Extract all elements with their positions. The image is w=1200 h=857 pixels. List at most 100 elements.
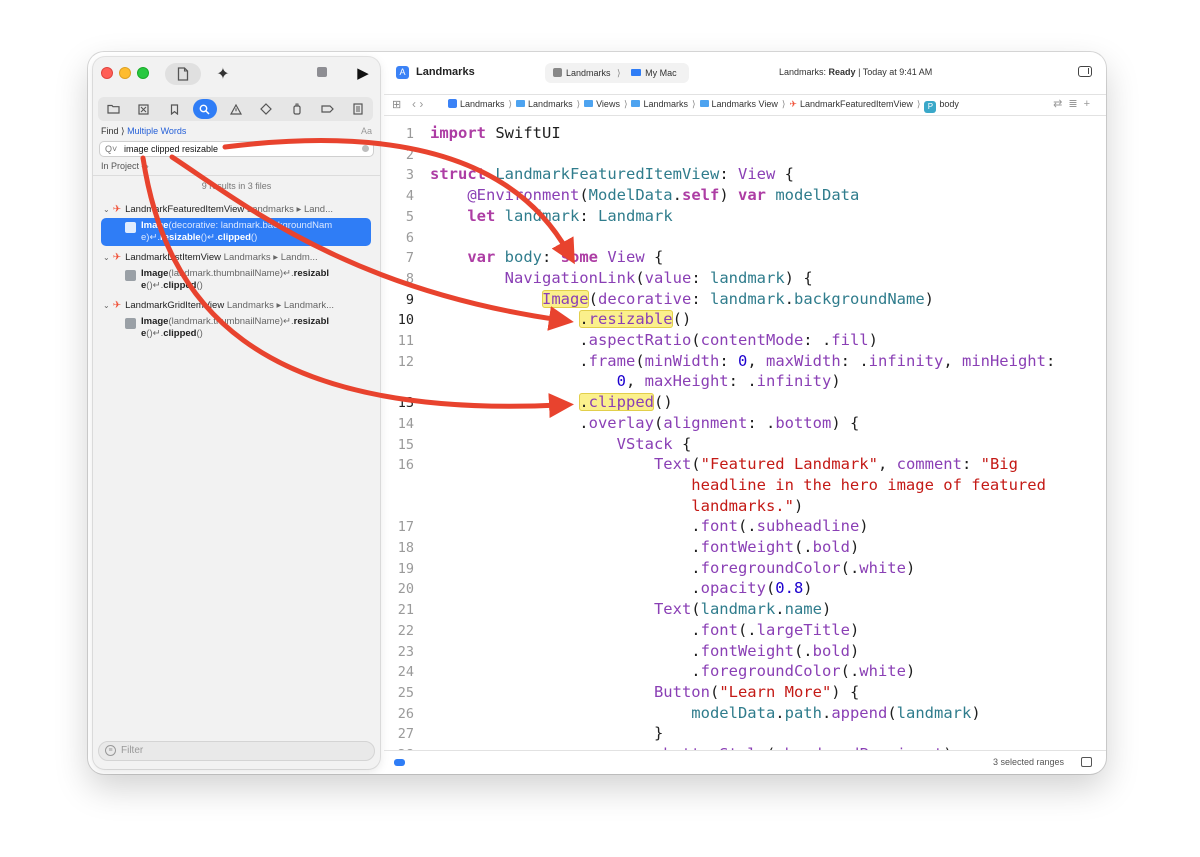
find-search-field[interactable]: Q˅ image clipped resizable bbox=[99, 141, 374, 157]
code-line[interactable]: VStack { bbox=[430, 435, 692, 453]
xcode-window: ✦ ▶ Find ⟩ Multiple Words Aa Q˅ image cl… bbox=[88, 52, 1106, 774]
line-number: 26 bbox=[397, 705, 414, 722]
scheme-name: Landmarks bbox=[566, 68, 611, 78]
code-line[interactable]: NavigationLink(value: landmark) { bbox=[430, 269, 813, 287]
match-text: resizable bbox=[160, 232, 201, 243]
coding-assistant-button[interactable]: ✦ bbox=[212, 63, 234, 85]
find-mode-breadcrumb[interactable]: Find ⟩ Multiple Words bbox=[101, 126, 186, 137]
jump-bar: ⊞ ‹ › Landmarks ⟩ Landmarks ⟩ Views ⟩ Landmark… bbox=[384, 94, 1106, 116]
breadcrumb-item[interactable]: Landmarks bbox=[460, 99, 505, 109]
navigator-selector-bar bbox=[98, 97, 373, 121]
code-line[interactable]: .foregroundColor(.white) bbox=[430, 662, 915, 680]
code-line[interactable]: Button("Learn More") { bbox=[430, 683, 859, 701]
code-line[interactable]: .font(.subheadline) bbox=[430, 517, 868, 535]
code-line[interactable]: } bbox=[430, 724, 663, 742]
zoom-window-button[interactable] bbox=[137, 67, 149, 79]
file-tab-button[interactable] bbox=[165, 63, 201, 85]
code-line[interactable]: Text(landmark.name) bbox=[430, 600, 831, 618]
code-line[interactable]: .aspectRatio(contentMode: .fill) bbox=[430, 331, 878, 349]
result-group[interactable]: ⌄ ✈ LandmarkListItemView Landmarks ▸ Landm… bbox=[103, 252, 373, 263]
back-forward-buttons[interactable]: ‹ › bbox=[412, 97, 423, 111]
disclosure-chevron-icon[interactable]: ⌄ bbox=[103, 205, 110, 214]
code-line[interactable]: import SwiftUI bbox=[430, 124, 561, 142]
panel-toggle-icon[interactable] bbox=[1081, 757, 1092, 767]
breakpoint-navigator-tab[interactable] bbox=[315, 99, 339, 119]
breadcrumb-item[interactable]: LandmarkFeaturedItemView bbox=[800, 99, 913, 109]
app-icon: A bbox=[396, 66, 409, 79]
code-line[interactable]: .overlay(alignment: .bottom) { bbox=[430, 414, 859, 432]
result-file-path: Landmarks ▸ Landm... bbox=[223, 252, 318, 263]
breadcrumb-item[interactable]: Landmarks View bbox=[712, 99, 778, 109]
related-items-icon[interactable]: ⊞ bbox=[392, 98, 401, 111]
code-line[interactable]: .frame(minWidth: 0, maxWidth: .infinity,… bbox=[430, 352, 1055, 370]
code-line[interactable]: .opacity(0.8) bbox=[430, 579, 812, 597]
code-line[interactable]: .resizable() bbox=[430, 310, 691, 329]
code-line[interactable]: .clipped() bbox=[430, 393, 673, 412]
code-line[interactable]: var body: some View { bbox=[430, 248, 663, 266]
search-options-icon[interactable]: Q˅ bbox=[105, 142, 117, 156]
search-result-row[interactable]: Image(decorative: landmark.backgroundNam… bbox=[101, 218, 371, 246]
filter-icon: ≡ bbox=[105, 745, 116, 756]
result-group[interactable]: ⌄ ✈ LandmarkGridItemView Landmarks ▸ Landm… bbox=[103, 300, 373, 311]
report-navigator-tab[interactable] bbox=[346, 99, 370, 119]
window-toolbar: A Landmarks Landmarks ⟩ My Mac Landmarks… bbox=[384, 52, 1106, 94]
close-window-button[interactable] bbox=[101, 67, 113, 79]
line-number: 21 bbox=[397, 602, 414, 619]
run-destination[interactable]: My Mac bbox=[645, 68, 677, 78]
disclosure-chevron-icon[interactable]: ⌄ bbox=[103, 301, 110, 310]
code-line[interactable]: struct LandmarkFeaturedItemView: View { bbox=[430, 165, 794, 183]
code-line[interactable]: Text("Featured Landmark", comment: "Big bbox=[430, 455, 1018, 473]
breadcrumb-item[interactable]: Landmarks bbox=[528, 99, 573, 109]
code-line[interactable]: .fontWeight(.bold) bbox=[430, 538, 859, 556]
project-navigator-tab[interactable] bbox=[101, 99, 125, 119]
folder-icon bbox=[106, 104, 120, 114]
breadcrumb-item[interactable]: Views bbox=[596, 99, 620, 109]
debug-area-toggle-icon[interactable] bbox=[394, 759, 405, 766]
result-file-name: LandmarkGridItemView bbox=[125, 300, 225, 311]
code-line[interactable]: .foregroundColor(.white) bbox=[430, 559, 915, 577]
disclosure-chevron-icon[interactable]: ⌄ bbox=[103, 253, 110, 262]
code-line[interactable]: headline in the hero image of featured bbox=[430, 476, 1046, 494]
case-sensitivity-toggle[interactable]: Aa bbox=[361, 126, 372, 136]
code-line[interactable]: landmarks.") bbox=[430, 497, 803, 515]
result-file-path: Landmarks ▸ Land... bbox=[246, 204, 333, 215]
line-number: 11 bbox=[397, 333, 414, 349]
search-result-row[interactable]: Image(landmark.thumbnailName)↵.resizabl … bbox=[101, 314, 371, 342]
editor-options-icons[interactable]: ⇄≣+ bbox=[1053, 97, 1096, 110]
scheme-selector[interactable]: Landmarks ⟩ My Mac bbox=[545, 63, 689, 83]
project-icon bbox=[448, 99, 457, 108]
code-line[interactable]: let landmark: Landmark bbox=[430, 207, 672, 225]
scheme-sep: ⟩ bbox=[617, 68, 621, 78]
issue-navigator-tab[interactable] bbox=[224, 99, 248, 119]
code-line[interactable]: .fontWeight(.bold) bbox=[430, 642, 859, 660]
navigator-filter-field[interactable]: ≡ Filter bbox=[98, 741, 375, 761]
run-button[interactable]: ▶ bbox=[355, 64, 371, 82]
spray-can-icon bbox=[293, 103, 301, 115]
minimize-window-button[interactable] bbox=[119, 67, 131, 79]
inspector-toggle-button[interactable] bbox=[1078, 66, 1092, 77]
stop-button[interactable] bbox=[317, 67, 327, 77]
breadcrumb-item[interactable]: body bbox=[939, 99, 959, 109]
test-navigator-tab[interactable] bbox=[254, 99, 278, 119]
breadcrumb-sep: ⟩ bbox=[692, 99, 696, 109]
code-line[interactable]: @Environment(ModelData.self) var modelDa… bbox=[430, 186, 859, 204]
code-line[interactable]: 0, maxHeight: .infinity) bbox=[430, 372, 841, 390]
bookmark-icon bbox=[170, 103, 178, 115]
result-group[interactable]: ⌄ ✈ LandmarkFeaturedItemView Landmarks ▸ L… bbox=[103, 204, 373, 215]
code-line[interactable]: Image(decorative: landmark.backgroundNam… bbox=[430, 289, 934, 308]
context-text: () bbox=[250, 232, 258, 243]
source-editor[interactable]: 1 import SwiftUI 2 3 struct LandmarkFeatured… bbox=[384, 116, 1106, 750]
code-line[interactable]: .font(.largeTitle) bbox=[430, 621, 859, 639]
breadcrumb-item[interactable]: Landmarks bbox=[643, 99, 688, 109]
search-scope-selector[interactable]: In Project ◇ bbox=[101, 161, 148, 172]
filter-placeholder: Filter bbox=[121, 745, 144, 756]
match-text: clipped bbox=[217, 232, 251, 243]
clear-search-icon[interactable] bbox=[362, 145, 369, 152]
search-result-row[interactable]: Image(landmark.thumbnailName)↵.resizabl … bbox=[101, 266, 371, 294]
source-control-navigator-tab[interactable] bbox=[132, 99, 156, 119]
find-mode[interactable]: Multiple Words bbox=[127, 126, 186, 136]
code-line[interactable]: modelData.path.append(landmark) bbox=[430, 704, 980, 722]
bookmark-navigator-tab[interactable] bbox=[162, 99, 186, 119]
find-navigator-tab[interactable] bbox=[192, 99, 217, 119]
debug-navigator-tab[interactable] bbox=[285, 99, 309, 119]
